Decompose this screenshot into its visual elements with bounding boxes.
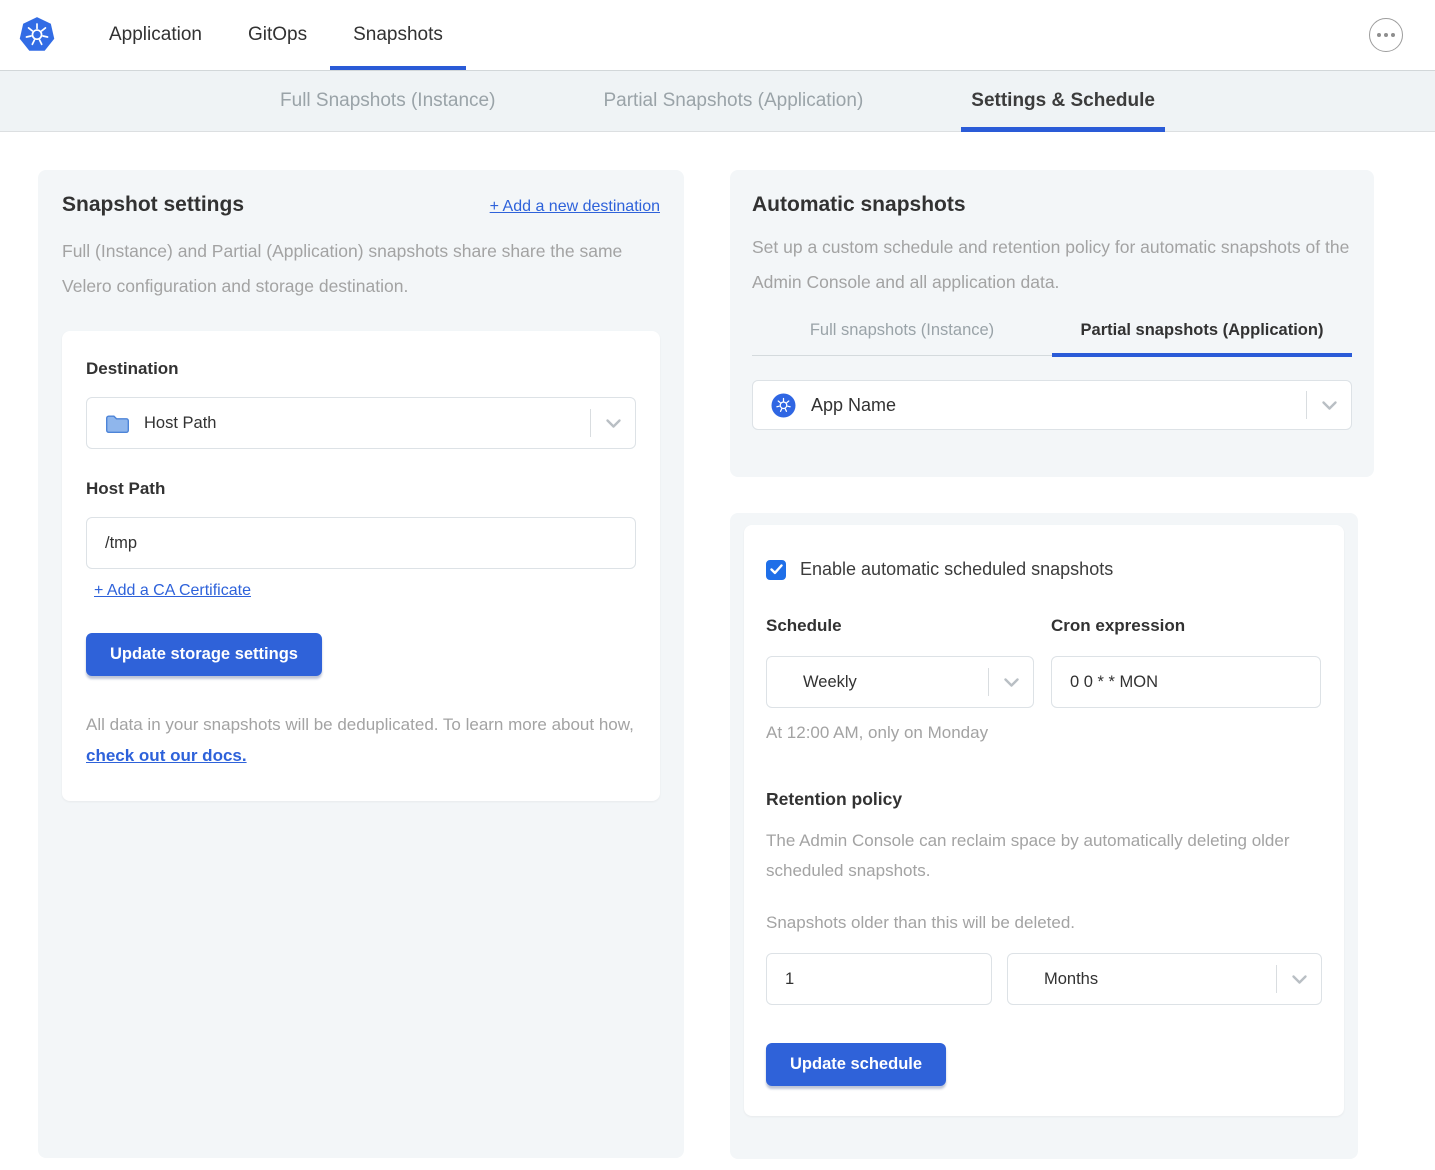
retention-unit-select[interactable]: Months: [1007, 953, 1322, 1005]
update-storage-settings-button[interactable]: Update storage settings: [86, 633, 322, 676]
retention-value-input[interactable]: [766, 953, 992, 1005]
chevron-down-icon: [1307, 400, 1351, 411]
schedule-card: Enable automatic scheduled snapshots Sch…: [744, 525, 1344, 1116]
chevron-down-icon: [1277, 974, 1321, 985]
tab-full-snapshots[interactable]: Full snapshots (Instance): [752, 321, 1052, 355]
cron-hint: At 12:00 AM, only on Monday: [766, 723, 1322, 743]
destination-select-value: Host Path: [144, 414, 216, 433]
retention-policy-description: The Admin Console can reclaim space by a…: [766, 826, 1296, 886]
schedule-interval-select[interactable]: Weekly: [766, 656, 1034, 708]
retention-hint: Snapshots older than this will be delete…: [766, 913, 1322, 933]
cron-expression-label: Cron expression: [1051, 616, 1321, 636]
update-schedule-button[interactable]: Update schedule: [766, 1043, 946, 1086]
folder-icon: [105, 413, 130, 434]
enable-snapshots-checkbox[interactable]: [766, 560, 786, 580]
automatic-snapshots-panel: Automatic snapshots Set up a custom sche…: [730, 170, 1374, 477]
docs-link[interactable]: check out our docs.: [86, 746, 247, 765]
enable-snapshots-label: Enable automatic scheduled snapshots: [800, 559, 1113, 580]
snapshot-type-tabs: Full snapshots (Instance) Partial snapsh…: [752, 321, 1352, 356]
automatic-snapshots-description: Set up a custom schedule and retention p…: [752, 230, 1352, 300]
add-ca-certificate-link[interactable]: + Add a CA Certificate: [94, 582, 251, 599]
right-column: Automatic snapshots Set up a custom sche…: [730, 170, 1374, 1159]
nav-item-snapshots[interactable]: Snapshots: [330, 0, 466, 70]
kubernetes-logo-icon: [18, 15, 56, 55]
app-select-value: App Name: [811, 395, 896, 416]
host-path-label: Host Path: [86, 479, 636, 499]
snapshot-settings-panel: Snapshot settings + Add a new destinatio…: [38, 170, 684, 1158]
chevron-down-icon: [591, 418, 635, 429]
destination-label: Destination: [86, 359, 636, 379]
cron-expression-input[interactable]: [1051, 656, 1321, 708]
dedup-footnote: All data in your snapshots will be dedup…: [86, 709, 636, 771]
snapshots-subnav: Full Snapshots (Instance) Partial Snapsh…: [0, 70, 1435, 132]
snapshot-settings-title: Snapshot settings: [62, 193, 244, 217]
primary-nav: Application GitOps Snapshots: [86, 0, 466, 70]
retention-unit-value: Months: [1026, 970, 1098, 989]
top-nav: Application GitOps Snapshots: [0, 0, 1435, 70]
storage-settings-card: Destination Host Path Host Path + Add a …: [62, 331, 660, 801]
chevron-down-icon: [989, 677, 1033, 688]
nav-item-gitops[interactable]: GitOps: [225, 0, 330, 70]
ellipsis-icon: [1377, 33, 1381, 37]
schedule-panel: Enable automatic scheduled snapshots Sch…: [730, 513, 1358, 1159]
schedule-label: Schedule: [766, 616, 1034, 636]
app-select[interactable]: App Name: [752, 380, 1352, 430]
tab-settings-schedule[interactable]: Settings & Schedule: [961, 71, 1165, 131]
destination-select[interactable]: Host Path: [86, 397, 636, 449]
tab-full-snapshots-instance[interactable]: Full Snapshots (Instance): [270, 71, 505, 131]
snapshot-settings-description: Full (Instance) and Partial (Application…: [62, 234, 660, 304]
automatic-snapshots-title: Automatic snapshots: [752, 193, 1352, 217]
overflow-menu-button[interactable]: [1369, 18, 1403, 52]
schedule-interval-value: Weekly: [785, 673, 857, 692]
add-new-destination-link[interactable]: + Add a new destination: [490, 198, 660, 216]
host-path-input[interactable]: [86, 517, 636, 569]
tab-partial-snapshots[interactable]: Partial snapshots (Application): [1052, 321, 1352, 355]
tab-partial-snapshots-application[interactable]: Partial Snapshots (Application): [593, 71, 873, 131]
app-kubernetes-icon: [771, 393, 796, 418]
main-content: Snapshot settings + Add a new destinatio…: [0, 132, 1435, 1159]
nav-item-application[interactable]: Application: [86, 0, 225, 70]
enable-snapshots-row[interactable]: Enable automatic scheduled snapshots: [766, 559, 1322, 580]
retention-policy-title: Retention policy: [766, 789, 1322, 810]
